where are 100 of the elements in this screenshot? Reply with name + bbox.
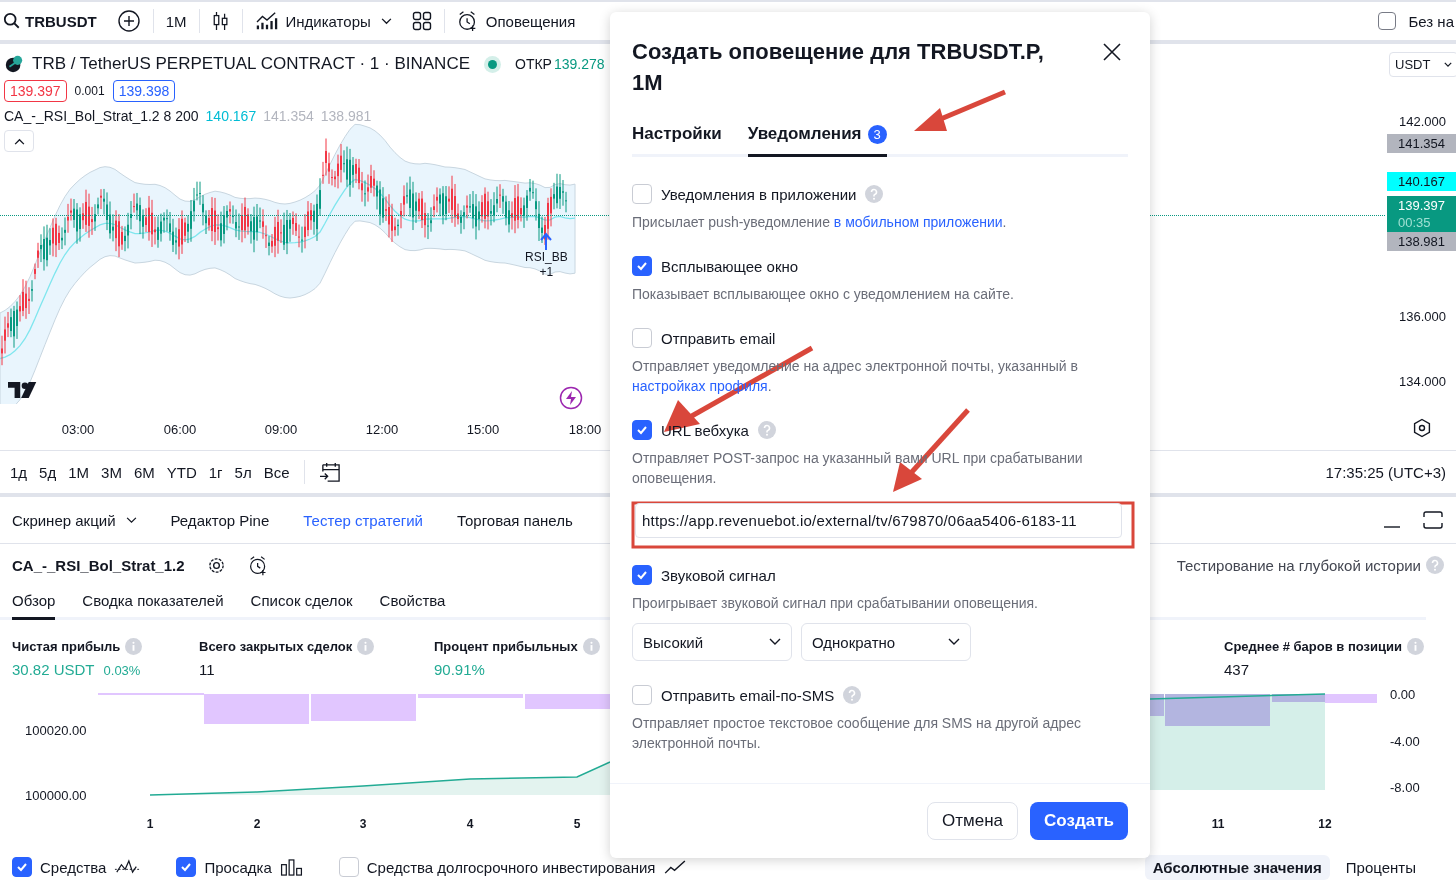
value-mode-button[interactable]: Абсолютные значения [1144, 854, 1330, 880]
layout-name[interactable]: Без на [1408, 12, 1454, 30]
range-button[interactable]: 3М [101, 463, 122, 481]
calendar-icon[interactable] [318, 461, 342, 483]
caret-icon [769, 638, 781, 646]
axis-label: 100020.00 [25, 723, 87, 738]
axis-label: 11 [1211, 817, 1225, 831]
checkbox[interactable] [632, 565, 652, 585]
coin-icon [4, 54, 24, 74]
metric-value: 30.82 USDT [12, 661, 95, 678]
legend-label[interactable]: Средства долгосрочного инвестирования [366, 858, 656, 876]
option-description: Показывает всплывающее окно с уведомлением на сайте. [632, 285, 1015, 304]
price-label: 136.000 [1399, 308, 1446, 324]
settings-icon[interactable] [206, 555, 226, 575]
cancel-button[interactable]: Отмена [927, 802, 1019, 840]
time-label: 03:00 [61, 422, 95, 437]
deep-history-label: Тестирование на глубокой истории [1176, 556, 1421, 574]
axis-label: 1 [146, 817, 154, 831]
price-tag: 140.167 [1387, 172, 1456, 191]
bar-chart-icon [279, 858, 303, 876]
report-tab[interactable]: Свойства [379, 586, 446, 620]
time-label: 09:00 [264, 422, 298, 437]
maximize-icon[interactable] [1422, 510, 1444, 530]
signal-count: +1 [539, 265, 554, 280]
axis-label: 12 [1318, 817, 1332, 831]
indicator-value: 140.167 [205, 108, 257, 124]
range-button[interactable]: 5л [234, 463, 252, 481]
checkbox[interactable] [632, 420, 652, 440]
symbol-search[interactable]: TRBUSDT [25, 12, 97, 30]
value-mode-button[interactable]: Проценты [1337, 854, 1424, 880]
indicators-icon [254, 11, 279, 31]
range-button[interactable]: Все [263, 463, 290, 481]
metric-value: 11 [199, 661, 215, 678]
market-open-icon [488, 59, 497, 69]
option-label[interactable]: Отправить email-по-SMS [661, 686, 835, 704]
close-icon[interactable] [1102, 42, 1122, 62]
add-alert-icon[interactable] [247, 554, 269, 576]
chevron-up-icon [13, 137, 25, 145]
webhook-url-field[interactable]: https://app.revenuebot.io/external/tv/679870/06aa5406-6183-11 [635, 503, 1122, 538]
legend-label[interactable]: Просадка [204, 858, 272, 876]
link[interactable]: в мобильном приложении [833, 214, 1003, 230]
dialog-tab[interactable]: Настройки [632, 120, 722, 157]
legend-label[interactable]: Средства [40, 858, 107, 876]
range-button[interactable]: 6М [133, 463, 155, 481]
option-label[interactable]: Звуковой сигнал [661, 566, 776, 584]
panel-tab[interactable]: Скринер акций [12, 511, 137, 529]
option-label[interactable]: Уведомления в приложении [661, 185, 857, 203]
indicator-name[interactable]: CA_-_RSI_Bol_Strat_1.2 8 200 [4, 108, 199, 124]
candles-icon[interactable] [211, 10, 230, 32]
currency-dropdown[interactable]: USDT [1389, 52, 1456, 77]
checkbox[interactable] [632, 256, 652, 276]
range-button[interactable]: 1г [208, 463, 223, 481]
range-button[interactable]: 5д [39, 463, 57, 481]
buy-price-button[interactable]: 139.398 [112, 80, 176, 102]
checkbox[interactable] [12, 857, 32, 877]
create-button[interactable]: Создать [1030, 802, 1128, 840]
panel-tab[interactable]: Редактор Pine [170, 511, 270, 529]
caret-icon [1444, 62, 1453, 67]
indicators-button[interactable]: Индикаторы [254, 11, 371, 31]
alerts-button[interactable]: Оповещения [456, 10, 576, 32]
layout-checkbox[interactable] [1378, 12, 1397, 30]
price-label: 134.000 [1399, 373, 1446, 389]
search-icon[interactable] [3, 12, 21, 30]
range-button[interactable]: 1М [68, 463, 90, 481]
dialog-title: Создать оповещение для TRBUSDT.P, 1M [632, 38, 1045, 97]
panel-tab[interactable]: Торговая панель [457, 511, 573, 529]
interval-button[interactable]: 1M [165, 12, 187, 30]
report-tab[interactable]: Обзор [12, 586, 56, 620]
clock[interactable]: 17:35:25 (UTC+3) [1325, 463, 1446, 481]
dialog-tab[interactable]: Уведомления 3 [747, 120, 887, 157]
settings-icon[interactable] [1412, 418, 1432, 438]
axis-label: 4 [466, 817, 474, 831]
layout-grid-icon[interactable] [411, 11, 432, 31]
report-tab[interactable]: Сводка показателей [82, 586, 224, 620]
strategy-name: CA_-_RSI_Bol_Strat_1.2 [12, 556, 185, 574]
metric-value: 437 [1224, 661, 1250, 678]
metric-percent: 0.03% [103, 663, 141, 678]
open-label: ОТКР [515, 56, 552, 72]
axis-label: 100000.00 [25, 788, 87, 803]
sell-price-button[interactable]: 139.397 [4, 80, 67, 102]
open-value: 139.278 [553, 56, 605, 72]
collapse-button[interactable] [4, 130, 34, 152]
add-symbol-icon[interactable] [116, 9, 141, 33]
lightning-icon[interactable] [559, 386, 583, 410]
report-tab[interactable]: Список сделок [250, 586, 353, 620]
dropdown[interactable]: Однократно [801, 623, 971, 661]
option-label[interactable]: Отправить email [661, 329, 776, 347]
option-label[interactable]: Всплывающее окно [661, 257, 799, 275]
caret-icon[interactable] [380, 17, 392, 25]
range-button[interactable]: YTD [166, 463, 197, 481]
chart-title[interactable]: TRB / TetherUS PERPETUAL CONTRACT · 1 · BINANCE [32, 54, 470, 74]
axis-label: -8.00 [1390, 780, 1420, 795]
checkbox[interactable] [176, 857, 197, 877]
axis-label: 0.00 [1390, 687, 1416, 702]
dropdown[interactable]: Высокий [632, 623, 792, 661]
axis-label: 2 [253, 817, 261, 831]
range-button[interactable]: 1д [10, 463, 28, 481]
option-description: Отправляет простое текстовое сообщение для SMS на другой адрес электронной почты. [632, 714, 1083, 753]
arrow-up-icon [540, 232, 553, 250]
panel-tab[interactable]: Тестер стратегий [303, 511, 423, 529]
